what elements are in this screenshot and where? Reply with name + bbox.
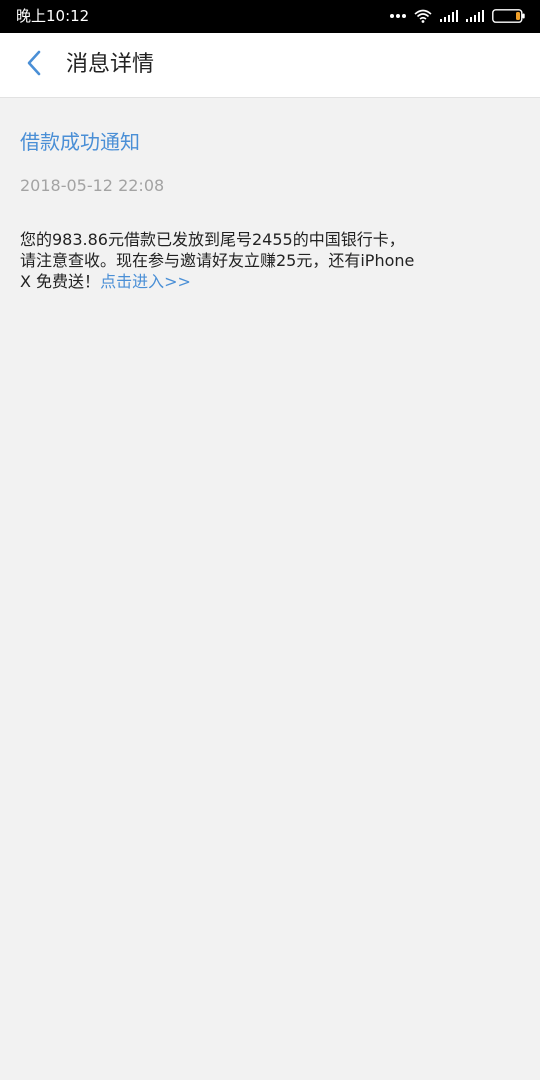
signal-icon (440, 10, 458, 22)
enter-link[interactable]: 点击进入>> (100, 272, 191, 291)
message-timestamp: 2018-05-12 22:08 (20, 176, 165, 195)
chevron-left-icon (26, 50, 42, 80)
signal-icon (466, 10, 484, 22)
more-dots-icon (390, 13, 406, 19)
app-bar: 消息详情 (0, 33, 540, 98)
status-time: 晚上10:12 (16, 7, 90, 25)
message-title: 借款成功通知 (20, 130, 140, 154)
message-body-line: 您的983.86元借款已发放到尾号2455的中国银行卡， (20, 230, 405, 249)
status-bar: 晚上10:12 (0, 0, 540, 33)
status-icons (390, 7, 526, 25)
wifi-icon (414, 9, 432, 23)
message-body-text: X 免费送！ (20, 272, 101, 291)
message-body-line-last: X 免费送！点击进入>> (20, 271, 460, 292)
message-body-line: 请注意查收。现在参与邀请好友立赚25元，还有iPhone (20, 251, 415, 270)
page-title: 消息详情 (66, 52, 155, 77)
battery-icon (492, 9, 526, 23)
back-button[interactable] (14, 47, 54, 83)
message-body: 您的983.86元借款已发放到尾号2455的中国银行卡， 请注意查收。现在参与邀… (20, 229, 460, 292)
